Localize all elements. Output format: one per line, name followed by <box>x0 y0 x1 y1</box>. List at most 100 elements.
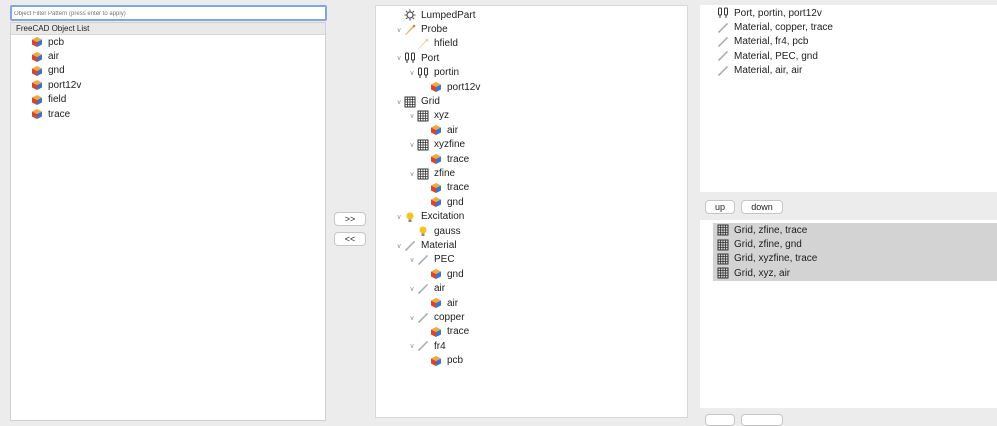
chevron-down-icon[interactable]: ∨ <box>394 98 404 106</box>
tree-item-label: gnd <box>447 196 464 208</box>
tree-item[interactable]: ∨ copper <box>407 310 464 324</box>
tree-item[interactable]: air <box>420 123 458 137</box>
chevron-down-icon[interactable]: ∨ <box>394 26 404 34</box>
chevron-down-icon[interactable]: ∨ <box>407 285 417 293</box>
tree-item[interactable]: ∨ Port <box>394 51 439 65</box>
grid-priority-item[interactable]: Grid, xyz, air <box>713 266 997 280</box>
tree-item[interactable]: gauss <box>407 224 461 238</box>
tree-item[interactable]: ∨ air <box>407 282 445 296</box>
assignment-item[interactable]: Port, portin, port12v <box>700 6 997 20</box>
object-list-item[interactable]: port12v <box>11 78 325 92</box>
gear-icon <box>404 9 416 21</box>
chevron-down-icon[interactable]: ∨ <box>407 314 417 322</box>
part-icon <box>430 268 442 280</box>
tree-item-label: portin <box>434 67 460 79</box>
chevron-down-icon[interactable]: ∨ <box>394 242 404 250</box>
grid-priority-list: Grid, zfine, trace Grid, zfine, gnd Grid, … <box>700 220 997 408</box>
object-list-item[interactable]: gnd <box>11 64 325 78</box>
tree-item[interactable]: ∨ Probe <box>394 22 447 36</box>
tree-item-label: Material <box>421 240 457 252</box>
part-icon <box>31 65 43 77</box>
tree-item[interactable]: LumpedPart <box>394 8 475 22</box>
tree-item[interactable]: gnd <box>420 195 464 209</box>
add-to-tree-button[interactable]: >> <box>334 212 366 226</box>
probe-icon <box>417 38 429 50</box>
material-icon <box>717 65 729 77</box>
chevron-down-icon[interactable]: ∨ <box>407 112 417 120</box>
tree-item[interactable]: hfield <box>407 37 458 51</box>
chevron-down-icon[interactable]: ∨ <box>407 170 417 178</box>
material-icon <box>717 50 729 62</box>
tree-item[interactable]: trace <box>420 325 469 339</box>
object-list-item-label: port12v <box>48 79 82 91</box>
tree-item-label: Excitation <box>421 211 465 223</box>
chevron-down-icon[interactable]: ∨ <box>394 213 404 221</box>
grid-priority-item[interactable]: Grid, xyzfine, trace <box>713 252 997 266</box>
chevron-down-icon[interactable]: ∨ <box>407 342 417 350</box>
tree-item[interactable]: ∨ Excitation <box>394 210 464 224</box>
tree-item-label: trace <box>447 182 470 194</box>
assignment-item[interactable]: Material, fr4, pcb <box>700 35 997 49</box>
assignment-item[interactable]: Material, PEC, gnd <box>700 49 997 63</box>
port-icon <box>404 52 416 64</box>
assignment-item[interactable]: Material, air, air <box>700 64 997 78</box>
object-list-item[interactable]: pcb <box>11 35 325 49</box>
grid-icon <box>417 110 429 122</box>
object-list-item[interactable]: field <box>11 93 325 107</box>
tree-item[interactable]: ∨ portin <box>407 66 459 80</box>
grid-icon <box>417 139 429 151</box>
object-list-item[interactable]: trace <box>11 107 325 121</box>
material-icon <box>717 36 729 48</box>
tree-item-label: hfield <box>434 38 458 50</box>
tree-item[interactable]: ∨ zfine <box>407 166 455 180</box>
tree-item-label: air <box>447 124 459 136</box>
up-button[interactable]: up <box>705 200 735 214</box>
part-icon <box>31 79 43 91</box>
tree-item[interactable]: ∨ Material <box>394 238 457 252</box>
part-icon <box>430 297 442 309</box>
tree-item[interactable]: gnd <box>420 267 464 281</box>
object-list-item-label: field <box>48 94 67 106</box>
part-icon <box>430 124 442 136</box>
grid-priority-item[interactable]: Grid, zfine, trace <box>713 223 997 237</box>
chevron-down-icon[interactable]: ∨ <box>407 256 417 264</box>
object-list-item-label: pcb <box>48 36 65 48</box>
part-icon <box>430 355 442 367</box>
tree-item[interactable]: port12v <box>420 80 480 94</box>
tree-item-label: xyz <box>434 110 449 122</box>
tree-item[interactable]: ∨ fr4 <box>407 339 445 353</box>
object-list-item[interactable]: air <box>11 49 325 63</box>
tree-item[interactable]: ∨ Grid <box>394 94 440 108</box>
tree-item-label: trace <box>447 153 470 165</box>
grid-priority-item-label: Grid, zfine, trace <box>734 224 808 236</box>
chevron-down-icon[interactable]: ∨ <box>394 54 404 62</box>
port-icon <box>717 7 729 19</box>
part-icon <box>430 326 442 338</box>
part-icon <box>31 108 43 120</box>
remove-from-tree-button[interactable]: << <box>334 232 366 246</box>
grid-priority-item[interactable]: Grid, zfine, gnd <box>713 237 997 251</box>
port-icon <box>417 67 429 79</box>
object-filter-input[interactable] <box>10 5 327 21</box>
material-icon <box>417 312 429 324</box>
tree-item[interactable]: ∨ xyzfine <box>407 138 465 152</box>
tree-item[interactable]: ∨ xyz <box>407 109 449 123</box>
down-button[interactable]: down <box>741 200 783 214</box>
tree-item[interactable]: trace <box>420 152 469 166</box>
lower-down-button[interactable] <box>741 414 783 426</box>
part-icon <box>31 51 43 63</box>
tree-item[interactable]: ∨ PEC <box>407 253 454 267</box>
tree-item[interactable]: pcb <box>420 354 463 368</box>
tree-item-label: zfine <box>434 168 456 180</box>
lower-up-button[interactable] <box>705 414 735 426</box>
part-icon <box>430 81 442 93</box>
material-icon <box>404 240 416 252</box>
tree-item-label: gnd <box>447 268 464 280</box>
tree-item[interactable]: trace <box>420 181 469 195</box>
chevron-down-icon[interactable]: ∨ <box>407 69 417 77</box>
tree-item[interactable]: air <box>420 296 458 310</box>
tree-item-label: Grid <box>421 96 440 108</box>
part-icon <box>31 94 43 106</box>
assignment-item[interactable]: Material, copper, trace <box>700 20 997 34</box>
chevron-down-icon[interactable]: ∨ <box>407 141 417 149</box>
